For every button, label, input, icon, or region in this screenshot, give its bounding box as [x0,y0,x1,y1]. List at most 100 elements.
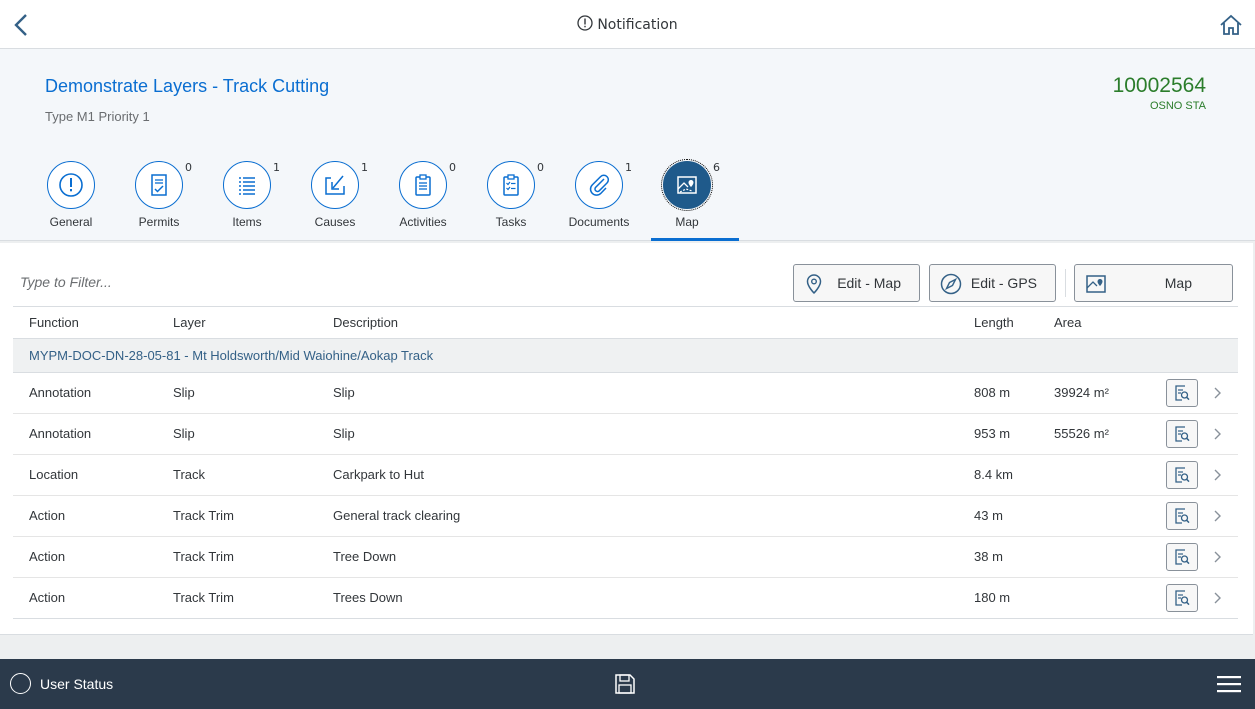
tab-map[interactable]: 6 Map [643,159,739,241]
user-status-button[interactable]: User Status [10,673,113,694]
filter-input[interactable]: Type to Filter... [20,274,112,290]
detail-button[interactable] [1166,584,1198,612]
object-subtitle: Type M1 Priority 1 [45,109,150,124]
detail-button[interactable] [1166,379,1198,407]
tab-causes[interactable]: 1 Causes [291,160,379,241]
tab-count: 0 [185,161,192,174]
cell-layer: Track Trim [173,590,234,605]
cell-description: Trees Down [333,590,403,605]
column-header-layer: Layer [173,315,206,330]
chevron-right-icon [1214,387,1221,399]
table-row[interactable]: Annotation Slip Slip 808 m 39924 m² [13,373,1238,414]
table-header: Function Layer Description Length Area [13,306,1238,339]
group-header: MYPM-DOC-DN-28-05-81 - Mt Holdsworth/Mid… [13,339,1238,373]
map-button[interactable]: Map [1074,264,1233,302]
tab-label: Tasks [495,215,527,229]
cell-layer: Track [173,467,206,482]
map-icon [677,176,697,194]
tab-documents[interactable]: 1 Documents [555,160,643,241]
tab-general[interactable]: General [27,160,115,241]
tab-permits[interactable]: 0 Permits [115,160,203,241]
document-search-icon [1175,426,1190,442]
document-search-icon [1175,590,1190,606]
chevron-right-icon [1214,592,1221,604]
cell-description: General track clearing [333,508,461,523]
tab-count: 0 [537,161,544,174]
shell-bar: Notification [0,0,1255,49]
column-header-length: Length [974,315,1014,330]
chevron-right-icon [1214,469,1221,481]
table-row[interactable]: Action Track Trim Trees Down 180 m [13,578,1238,619]
clipboard-icon [415,174,431,196]
tab-count: 1 [361,161,368,174]
cell-length: 8.4 km [974,467,1014,482]
tab-label: General [49,215,93,229]
group-header-text: MYPM-DOC-DN-28-05-81 - Mt Holdsworth/Mid… [29,348,434,363]
toolbar-separator [1065,269,1066,297]
cell-area: 55526 m² [1054,426,1109,441]
document-search-icon [1175,385,1190,401]
paperclip-icon [589,174,610,196]
table-row[interactable]: Annotation Slip Slip 953 m 55526 m² [13,414,1238,455]
object-title: Demonstrate Layers - Track Cutting [45,76,330,96]
tab-label: Permits [138,215,180,229]
page-title: Notification [0,15,1255,33]
compass-icon [940,273,962,295]
tab-items[interactable]: 1 Items [203,160,291,241]
edit-gps-button[interactable]: Edit - GPS [929,264,1056,302]
column-header-function: Function [29,315,79,330]
detail-button[interactable] [1166,502,1198,530]
tab-label: Documents [568,215,630,229]
list-icon [239,177,255,195]
column-header-description: Description [333,315,399,330]
home-icon[interactable] [1219,13,1243,37]
tab-activities[interactable]: 0 Activities [379,160,467,241]
alert-icon [577,15,593,31]
selected-tab-indicator [651,238,739,241]
menu-icon[interactable] [1217,675,1241,693]
cell-function: Action [29,590,66,605]
tab-count: 6 [713,161,720,174]
cell-length: 953 m [974,426,1011,441]
map-layers-panel: Type to Filter... Edit - Map Edit - GPS … [0,243,1253,635]
map-button-label: Map [1164,275,1192,291]
user-status-label: User Status [40,675,114,692]
page-title-text: Notification [597,17,678,33]
cell-layer: Slip [173,426,195,441]
table-row[interactable]: Action Track Trim General track clearing… [13,496,1238,537]
cell-function: Action [29,508,66,523]
detail-button[interactable] [1166,461,1198,489]
tab-label: Causes [314,215,356,229]
save-icon[interactable] [614,673,636,695]
map-icon [1086,275,1106,293]
table-row[interactable]: Location Track Carkpark to Hut 8.4 km [13,455,1238,496]
tab-count: 1 [625,161,632,174]
cell-layer: Slip [173,385,195,400]
cell-description: Slip [333,385,355,400]
cell-function: Annotation [29,385,92,400]
tab-label: Activities [399,215,447,229]
cell-function: Action [29,549,66,564]
column-header-area: Area [1054,315,1082,330]
cell-length: 38 m [974,549,1003,564]
cell-description: Carkpark to Hut [333,467,425,482]
tab-tasks[interactable]: 0 Tasks [467,160,555,241]
detail-button[interactable] [1166,543,1198,571]
location-pin-icon [806,274,822,295]
detail-button[interactable] [1166,420,1198,448]
tab-label: Items [232,215,262,229]
object-header: Demonstrate Layers - Track Cutting Type … [0,49,1255,241]
tab-label: Map [675,215,699,229]
tab-count: 1 [273,161,280,174]
cell-area: 39924 m² [1054,385,1109,400]
cell-function: Annotation [29,426,92,441]
permit-icon [151,174,167,196]
cell-length: 808 m [974,385,1011,400]
table-row[interactable]: Action Track Trim Tree Down 38 m [13,537,1238,578]
cell-layer: Track Trim [173,549,234,564]
edit-map-button[interactable]: Edit - Map [793,264,920,302]
edit-gps-label: Edit - GPS [970,275,1037,291]
document-search-icon [1175,467,1190,483]
cell-description: Slip [333,426,355,441]
document-search-icon [1175,549,1190,565]
